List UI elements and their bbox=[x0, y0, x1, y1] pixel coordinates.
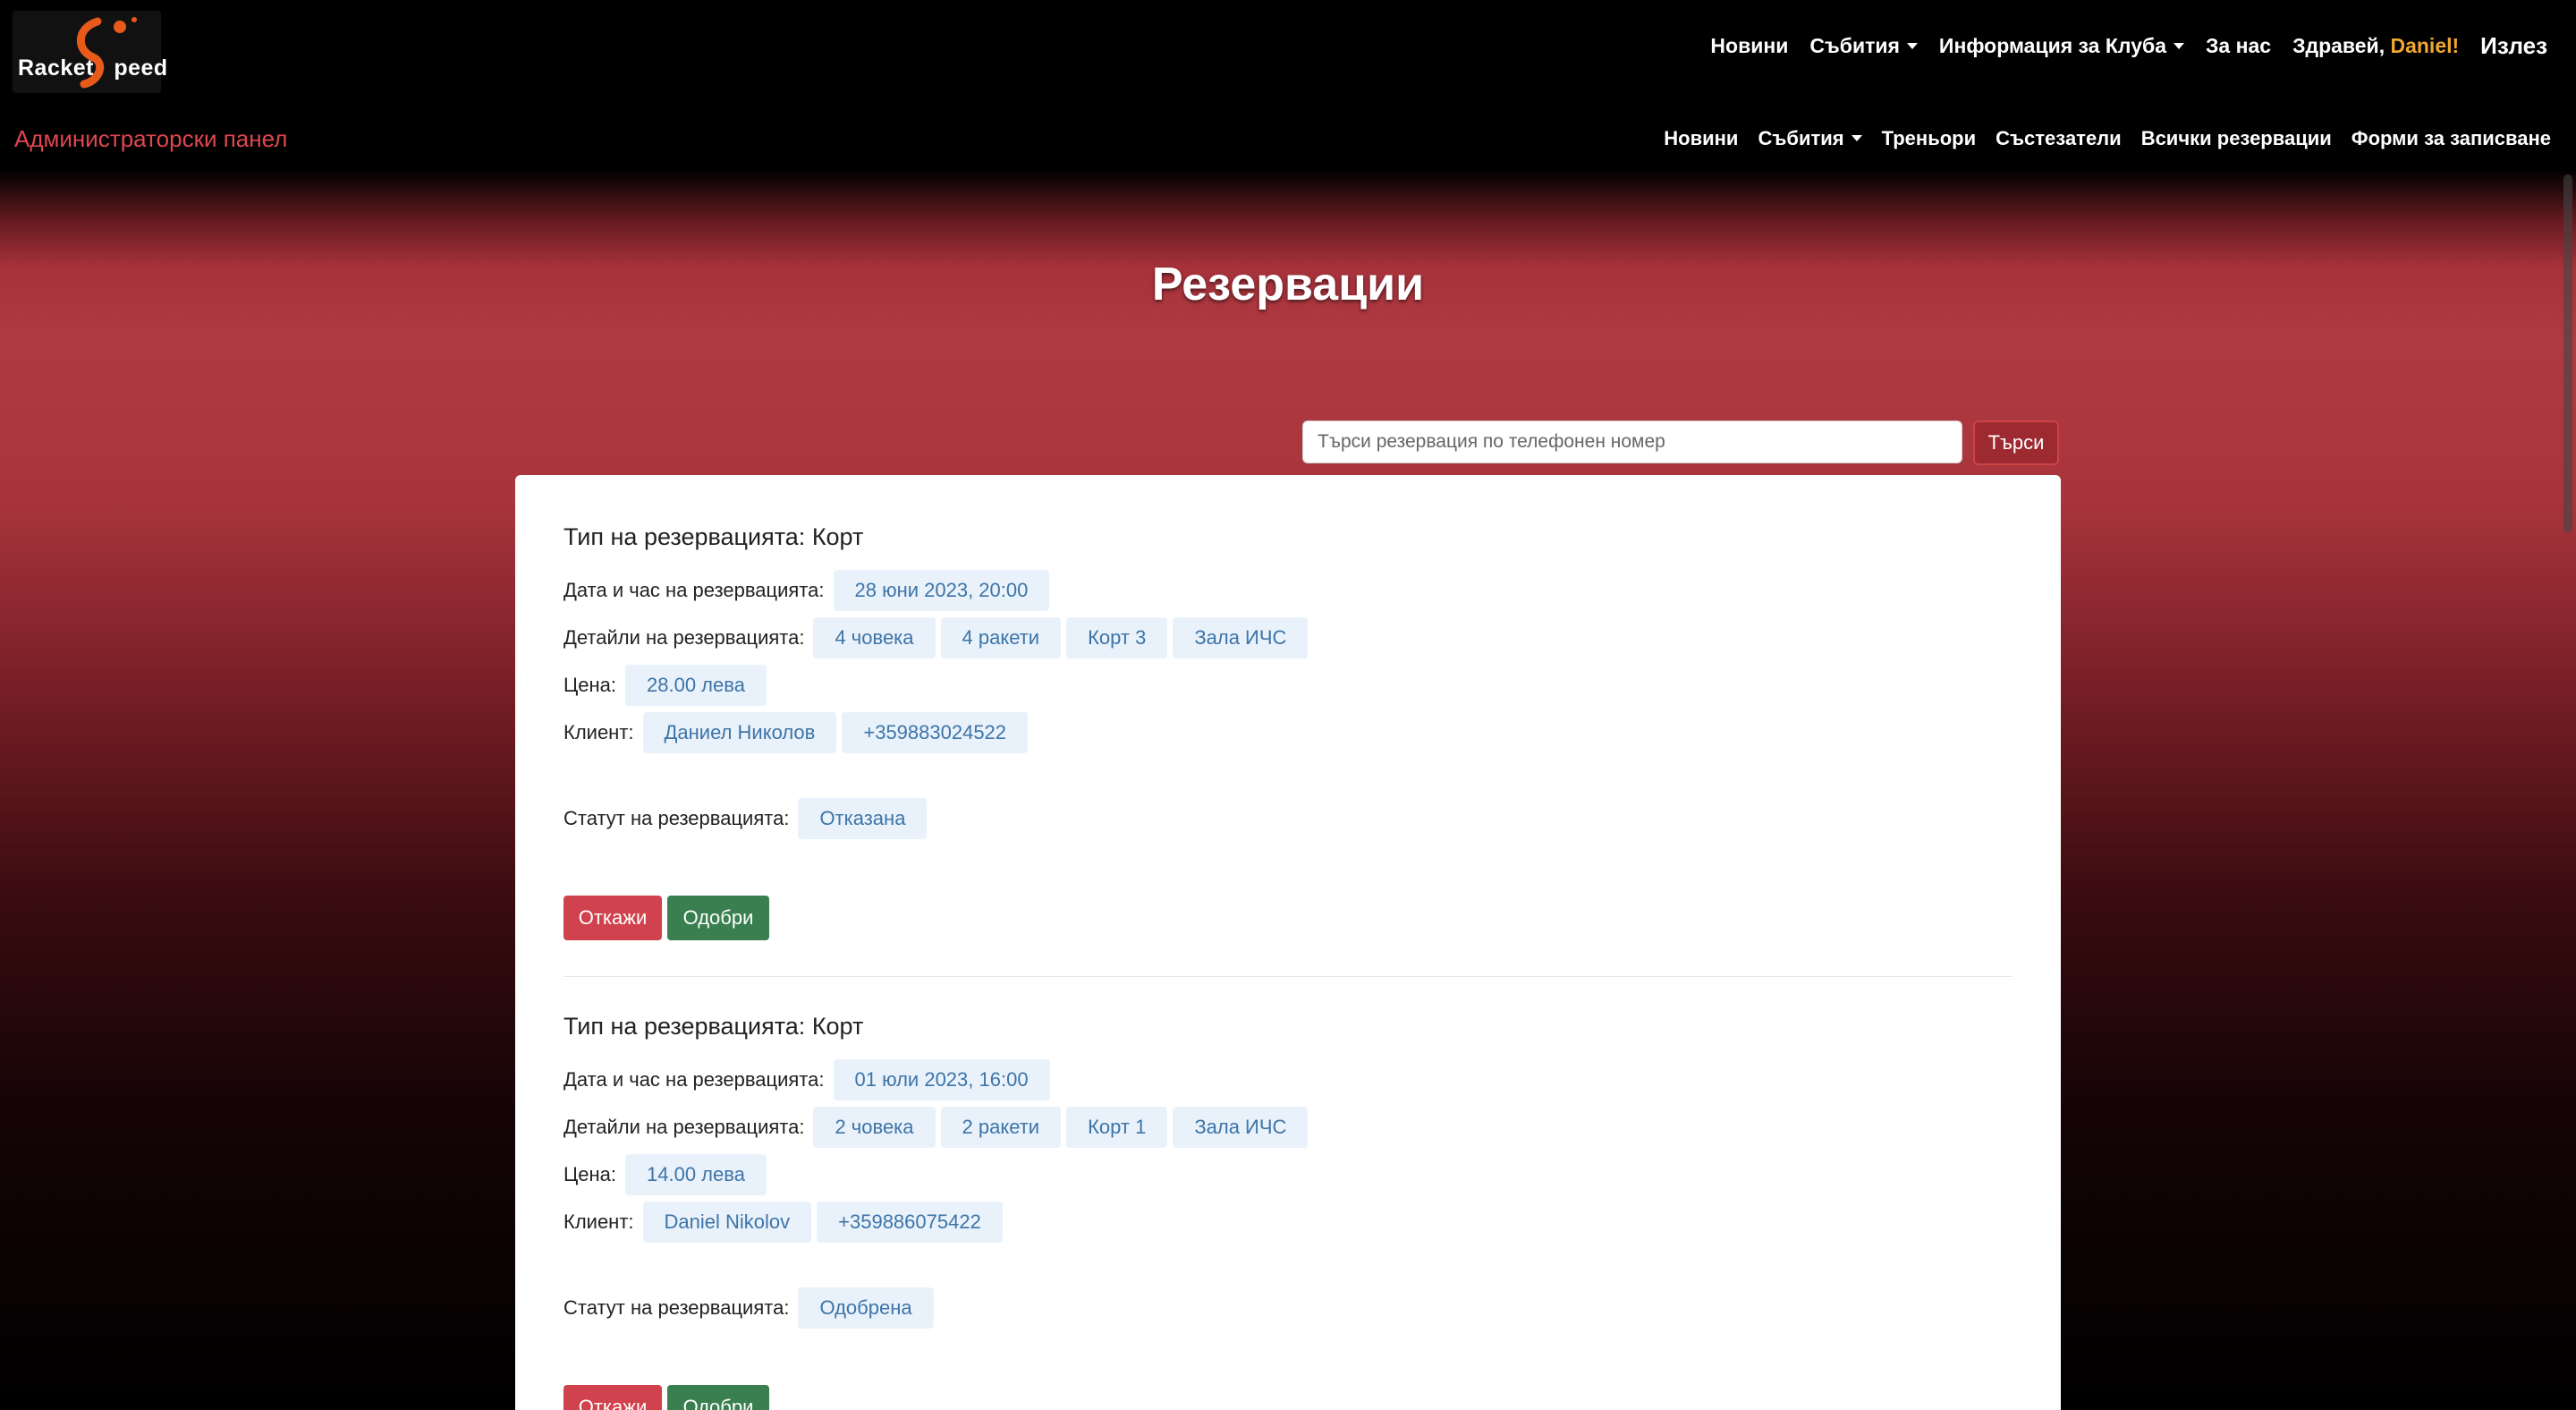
details-label: Детайли на резервацията: bbox=[564, 626, 805, 649]
rackets-badge: 2 ракети bbox=[940, 1107, 1062, 1148]
datetime-badge: 01 юли 2023, 16:00 bbox=[833, 1059, 1050, 1100]
status-badge: Одобрена bbox=[798, 1287, 934, 1329]
price-row: Цена: 28.00 лева bbox=[564, 665, 767, 706]
hall-badge: Зала ИЧС bbox=[1173, 1107, 1309, 1148]
type-label: Тип на резервацията: bbox=[564, 1013, 806, 1040]
nav-events-dropdown[interactable]: Събития bbox=[1809, 34, 1918, 58]
hall-badge: Зала ИЧС bbox=[1173, 617, 1309, 658]
client-row: Клиент: Daniel Nikolov +359886075422 bbox=[564, 1202, 1003, 1243]
datetime-badge: 28 юни 2023, 20:00 bbox=[833, 570, 1050, 611]
price-badge: 28.00 лева bbox=[625, 665, 767, 706]
admin-panel-title[interactable]: Администраторски панел bbox=[14, 125, 287, 153]
reject-button[interactable]: Откажи bbox=[564, 1385, 662, 1410]
reject-button[interactable]: Откажи bbox=[564, 896, 662, 940]
datetime-label: Дата и час на резервацията: bbox=[564, 1068, 825, 1091]
client-name-badge: Даниел Николов bbox=[642, 712, 837, 753]
racketspeed-logo[interactable]: Racket peed bbox=[13, 11, 167, 93]
client-label: Клиент: bbox=[564, 1210, 634, 1233]
type-value: Корт bbox=[811, 1013, 864, 1040]
status-badge: Отказана bbox=[798, 798, 928, 839]
top-navbar: Racket peed Новини Събития Информация за… bbox=[0, 0, 2576, 107]
reservation-type-heading: Тип на резервацията: Корт bbox=[564, 1013, 2012, 1049]
client-phone-badge: +359886075422 bbox=[817, 1202, 1003, 1243]
reservations-card: Тип на резервацията: Корт Дата и час на … bbox=[515, 475, 2061, 1410]
court-badge: Корт 1 bbox=[1066, 1107, 1168, 1148]
court-badge: Корт 3 bbox=[1066, 617, 1168, 658]
greeting-text: Здравей, bbox=[2292, 34, 2385, 57]
status-label: Статут на резервацията: bbox=[564, 1296, 790, 1319]
reservation-divider bbox=[564, 976, 2012, 977]
client-name-badge: Daniel Nikolov bbox=[642, 1202, 812, 1243]
admin-nav-events-label: Събития bbox=[1758, 127, 1844, 149]
admin-nav-events-dropdown[interactable]: Събития bbox=[1758, 127, 1861, 150]
search-button[interactable]: Търси bbox=[1973, 420, 2059, 465]
admin-nav-all-reservations[interactable]: Всички резервации bbox=[2141, 127, 2332, 150]
approve-button[interactable]: Одобри bbox=[667, 1385, 769, 1410]
reservation-item: Тип на резервацията: Корт Дата и час на … bbox=[564, 523, 2012, 940]
status-row: Статут на резервацията: Одобрена bbox=[564, 1287, 934, 1329]
client-phone-badge: +359883024522 bbox=[842, 712, 1029, 753]
nav-news[interactable]: Новини bbox=[1710, 34, 1788, 58]
type-value: Корт bbox=[811, 523, 864, 550]
main-nav: Новини Събития Информация за Клуба За на… bbox=[1710, 32, 2547, 60]
datetime-row: Дата и час на резервацията: 01 юли 2023,… bbox=[564, 1059, 1050, 1100]
datetime-label: Дата и час на резервацията: bbox=[564, 579, 825, 601]
rackets-badge: 4 ракети bbox=[940, 617, 1062, 658]
phone-search-input[interactable] bbox=[1302, 420, 1962, 463]
admin-navbar: Администраторски панел Новини Събития Тр… bbox=[0, 107, 2576, 170]
search-form: Търси bbox=[1302, 420, 2059, 465]
logout-link[interactable]: Излез bbox=[2480, 32, 2547, 60]
admin-nav-competitors[interactable]: Състезатели bbox=[1996, 127, 2122, 150]
price-label: Цена: bbox=[564, 674, 617, 696]
type-label: Тип на резервацията: bbox=[564, 523, 806, 550]
page-scrollbar[interactable] bbox=[2556, 0, 2576, 1410]
page-title: Резервации bbox=[1151, 259, 1425, 310]
price-label: Цена: bbox=[564, 1163, 617, 1185]
admin-nav: Новини Събития Треньори Състезатели Всич… bbox=[1664, 127, 2551, 150]
admin-nav-signup-forms[interactable]: Форми за записване bbox=[2351, 127, 2551, 150]
user-greeting: Здравей, Daniel! bbox=[2292, 34, 2459, 58]
nav-about[interactable]: За нас bbox=[2206, 34, 2271, 58]
details-row: Детайли на резервацията: 4 човека 4 раке… bbox=[564, 617, 1309, 658]
admin-nav-trainers[interactable]: Треньори bbox=[1882, 127, 1977, 150]
price-row: Цена: 14.00 лева bbox=[564, 1154, 767, 1195]
approve-button[interactable]: Одобри bbox=[667, 896, 769, 940]
details-row: Детайли на резервацията: 2 човека 2 раке… bbox=[564, 1107, 1309, 1148]
status-row: Статут на резервацията: Отказана bbox=[564, 798, 928, 839]
client-label: Клиент: bbox=[564, 721, 634, 743]
reservation-item: Тип на резервацията: Корт Дата и час на … bbox=[564, 1013, 2012, 1410]
nav-events-label: Събития bbox=[1809, 34, 1900, 57]
client-row: Клиент: Даниел Николов +359883024522 bbox=[564, 712, 1029, 753]
details-label: Детайли на резервацията: bbox=[564, 1116, 805, 1138]
user-name: Daniel! bbox=[2390, 34, 2460, 57]
nav-club-info-dropdown[interactable]: Информация за Клуба bbox=[1939, 34, 2184, 58]
reservation-type-heading: Тип на резервацията: Корт bbox=[564, 523, 2012, 559]
admin-nav-news[interactable]: Новини bbox=[1664, 127, 1738, 150]
nav-club-info-label: Информация за Клуба bbox=[1938, 34, 2166, 57]
price-badge: 14.00 лева bbox=[625, 1154, 767, 1195]
people-badge: 2 човека bbox=[813, 1107, 936, 1148]
logo-text: Racket peed bbox=[18, 55, 168, 81]
scrollbar-thumb[interactable] bbox=[2563, 174, 2572, 532]
status-label: Статут на резервацията: bbox=[564, 807, 790, 829]
people-badge: 4 човека bbox=[813, 617, 936, 658]
datetime-row: Дата и час на резервацията: 28 юни 2023,… bbox=[564, 570, 1050, 611]
